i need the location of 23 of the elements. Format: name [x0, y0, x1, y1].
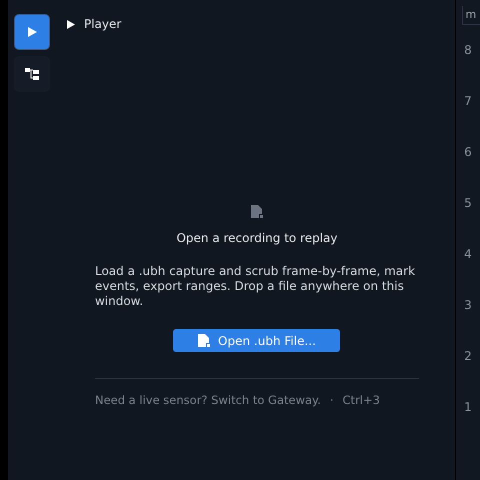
panel-header[interactable]: Player [66, 16, 137, 32]
empty-heading: Open a recording to replay [176, 231, 338, 245]
unit-label: m [462, 6, 480, 25]
document-icon [250, 205, 263, 219]
ruler-label: 4 [464, 246, 472, 263]
ruler-label: 2 [464, 348, 472, 365]
ruler-label: 7 [464, 93, 472, 110]
ruler-label: 8 [464, 42, 472, 59]
ruler-label: 6 [464, 144, 472, 161]
play-icon [28, 27, 37, 37]
caret-icon [66, 20, 75, 28]
ruler-label: 5 [464, 195, 472, 212]
tree-icon [25, 68, 40, 80]
sidebar-button[interactable] [14, 14, 50, 50]
empty-description: Load a .ubh capture and scrub frame-by-frame, mark events, export ranges. Drop a file anywhere on this window. [94, 264, 416, 309]
document-icon [198, 334, 210, 348]
ruler-label: 3 [464, 297, 472, 314]
gateway-hint: Need a live sensor? Switch to Gateway. [94, 393, 321, 407]
ruler-label: 1 [464, 399, 472, 416]
shortcut-label: Ctrl+3 [342, 393, 380, 407]
sidebar-button[interactable] [14, 56, 50, 92]
open-file-button[interactable]: Open .ubh File... [173, 329, 340, 352]
separator-dot: · [330, 393, 334, 407]
